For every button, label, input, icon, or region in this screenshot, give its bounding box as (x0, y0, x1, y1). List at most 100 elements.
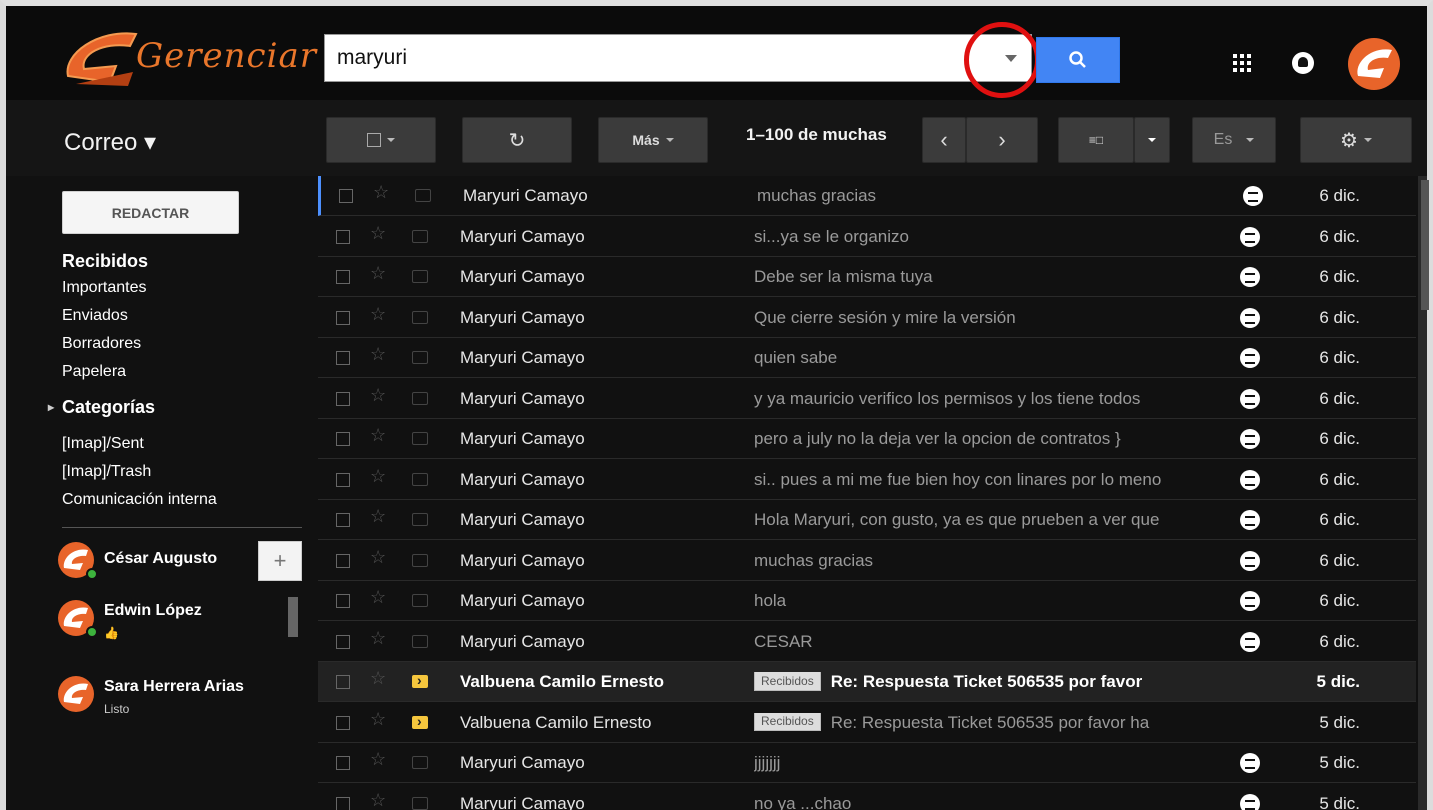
sidebar-item-enviados[interactable]: Enviados (62, 306, 217, 334)
message-row[interactable]: ☆ Maryuri Camayo jjjjjjj 5 dic. (318, 743, 1416, 783)
sidebar-item-comunicacion-interna[interactable]: Comunicación interna (62, 490, 217, 514)
apps-grid-icon[interactable] (1233, 54, 1251, 72)
message-row[interactable]: ☆ Maryuri Camayo CESAR 6 dic. (318, 621, 1416, 662)
select-checkbox[interactable] (336, 270, 350, 284)
message-row[interactable]: ☆ Maryuri Camayo Que cierre sesión y mire … (318, 297, 1416, 338)
message-row[interactable]: ☆ Maryuri Camayo si...ya se le organizo 6 d… (318, 216, 1416, 257)
star-icon[interactable]: ☆ (370, 304, 386, 325)
split-pane-button[interactable]: ≡□ (1058, 117, 1134, 163)
pagination-range: 1–100 de muchas (746, 125, 887, 144)
message-row[interactable]: ☆ Maryuri Camayo y ya mauricio verifico lo… (318, 378, 1416, 419)
importance-marker-icon[interactable] (412, 553, 428, 567)
star-icon[interactable]: ☆ (370, 385, 386, 406)
refresh-button[interactable]: ↻ (462, 117, 572, 163)
split-pane-dropdown[interactable] (1134, 117, 1170, 163)
next-page-button[interactable]: › (966, 117, 1038, 163)
star-icon[interactable]: ☆ (370, 587, 386, 608)
star-icon[interactable]: ☆ (370, 466, 386, 487)
star-icon[interactable]: ☆ (370, 223, 386, 244)
sidebar-item-importantes[interactable]: Importantes (62, 278, 217, 306)
label-chip[interactable]: Recibidos (754, 712, 821, 732)
account-avatar[interactable] (1348, 38, 1400, 90)
notifications-icon[interactable] (1292, 52, 1314, 74)
importance-marker-icon[interactable] (412, 713, 428, 729)
message-row[interactable]: ☆ Maryuri Camayo pero a july no la deja ve… (318, 419, 1416, 459)
importance-marker-icon[interactable] (412, 672, 428, 688)
select-checkbox[interactable] (336, 472, 350, 487)
compose-button[interactable]: REDACTAR (62, 191, 239, 234)
importance-marker-icon[interactable] (412, 270, 428, 283)
message-subject: jjjjjjj (754, 753, 1228, 773)
star-icon[interactable]: ☆ (370, 506, 386, 527)
importance-marker-icon[interactable] (412, 634, 428, 648)
select-checkbox[interactable] (336, 675, 350, 689)
star-icon[interactable]: ☆ (370, 749, 386, 770)
importance-marker-icon[interactable] (412, 472, 428, 486)
add-contact-button[interactable]: + (258, 541, 302, 581)
search-button[interactable] (1036, 37, 1120, 83)
select-checkbox[interactable] (336, 229, 350, 244)
sidebar-item-papelera[interactable]: Papelera (62, 362, 217, 398)
message-row[interactable]: ☆ Maryuri Camayo muchas gracias 6 dic. (318, 540, 1416, 581)
sidebar-item-categorias[interactable]: Categorías (48, 398, 217, 434)
message-row[interactable]: ☆ Maryuri Camayo si.. pues a mi me fue bie… (318, 459, 1416, 500)
star-icon[interactable]: ☆ (370, 344, 386, 365)
select-checkbox[interactable] (336, 553, 350, 568)
star-icon[interactable]: ☆ (370, 709, 386, 730)
search-box[interactable] (324, 34, 1032, 82)
search-input[interactable] (337, 35, 937, 81)
star-icon[interactable]: ☆ (373, 182, 389, 203)
importance-marker-icon[interactable] (412, 310, 428, 324)
select-checkbox[interactable] (336, 594, 350, 608)
select-checkbox[interactable] (336, 715, 350, 730)
message-row[interactable]: ☆ Maryuri Camayo muchas gracias 6 dic. (318, 176, 1416, 216)
select-checkbox[interactable] (336, 634, 350, 649)
select-checkbox[interactable] (336, 432, 350, 446)
sidebar-item-recibidos[interactable]: Recibidos (62, 252, 217, 278)
importance-marker-icon[interactable] (412, 351, 428, 364)
message-row[interactable]: ☆ Maryuri Camayo quien sabe 6 dic. (318, 338, 1416, 378)
importance-marker-icon[interactable] (412, 513, 428, 526)
prev-page-button[interactable]: ‹ (922, 117, 966, 163)
importance-marker-icon[interactable] (415, 189, 431, 202)
importance-marker-icon[interactable] (412, 432, 428, 445)
logo[interactable]: Gerenciar (58, 24, 316, 94)
message-row[interactable]: ☆ Maryuri Camayo hola 6 dic. (318, 581, 1416, 621)
scrollbar-thumb[interactable] (1421, 180, 1429, 310)
select-all-button[interactable] (326, 117, 436, 163)
importance-marker-icon[interactable] (412, 594, 428, 607)
star-icon[interactable]: ☆ (370, 547, 386, 568)
select-checkbox[interactable] (336, 310, 350, 325)
label-chip[interactable]: Recibidos (754, 672, 821, 691)
contact-edwin[interactable]: Edwin López 👍 (58, 600, 298, 640)
sidebar-item-borradores[interactable]: Borradores (62, 334, 217, 362)
select-checkbox[interactable] (336, 351, 350, 365)
select-checkbox[interactable] (336, 513, 350, 527)
message-row[interactable]: ☆ Valbuena Camilo Ernesto Recibidos Re: Res… (318, 702, 1416, 743)
sidebar-item-imap-trash[interactable]: [Imap]/Trash (62, 462, 217, 490)
contact-sara[interactable]: Sara Herrera Arias Listo (58, 676, 298, 716)
settings-button[interactable]: ⚙ (1300, 117, 1412, 163)
message-row[interactable]: ☆ Maryuri Camayo no ya ...chao 5 dic. (318, 783, 1416, 810)
star-icon[interactable]: ☆ (370, 263, 386, 284)
importance-marker-icon[interactable] (412, 756, 428, 769)
select-checkbox[interactable] (336, 796, 350, 810)
input-tools-button[interactable]: Es (1192, 117, 1276, 163)
message-row[interactable]: ☆ Valbuena Camilo Ernesto Recibidos Re: Res… (318, 662, 1416, 702)
importance-marker-icon[interactable] (412, 391, 428, 405)
importance-marker-icon[interactable] (412, 796, 428, 810)
more-button[interactable]: Más (598, 117, 708, 163)
star-icon[interactable]: ☆ (370, 425, 386, 446)
message-row[interactable]: ☆ Maryuri Camayo Debe ser la misma tuya 6 d… (318, 257, 1416, 297)
app-switcher[interactable]: Correo ▾ (64, 128, 156, 157)
star-icon[interactable]: ☆ (370, 628, 386, 649)
sidebar-item-imap-sent[interactable]: [Imap]/Sent (62, 434, 217, 462)
select-checkbox[interactable] (336, 391, 350, 406)
star-icon[interactable]: ☆ (370, 668, 386, 689)
select-checkbox[interactable] (339, 189, 353, 203)
select-checkbox[interactable] (336, 756, 350, 770)
contacts-scrollbar[interactable] (288, 597, 298, 637)
star-icon[interactable]: ☆ (370, 790, 386, 810)
message-row[interactable]: ☆ Maryuri Camayo Hola Maryuri, con gusto, … (318, 500, 1416, 540)
importance-marker-icon[interactable] (412, 229, 428, 243)
